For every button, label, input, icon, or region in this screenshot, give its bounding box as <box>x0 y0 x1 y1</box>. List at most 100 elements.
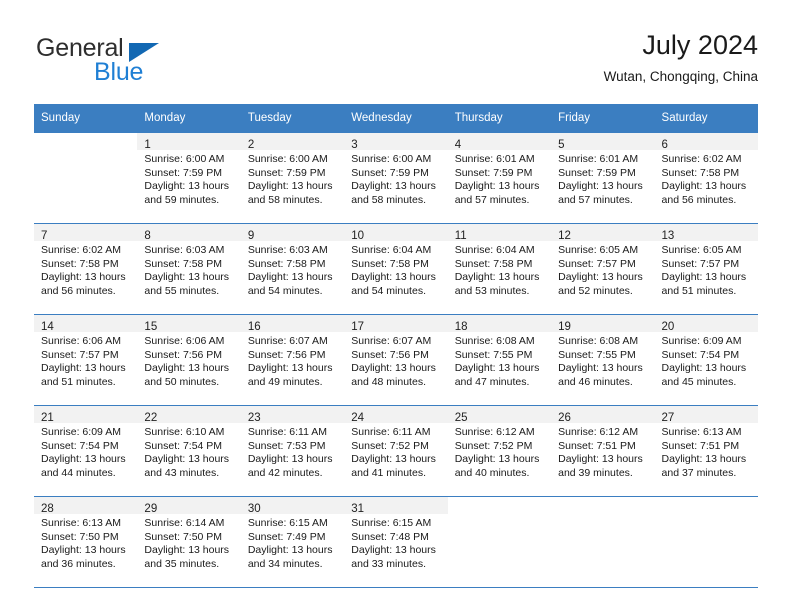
day-number: 20 <box>661 321 675 333</box>
sunrise-text: Sunrise: 6:04 AM <box>454 244 535 256</box>
day-number-band: 16 <box>240 315 345 333</box>
calendar-week-row: 14 Sunrise: 6:06 AM Sunset: 7:57 PM Dayligh… <box>34 314 758 406</box>
calendar-day-cell[interactable]: 5 Sunrise: 6:01 AM Sunset: 7:59 PM Daylight… <box>551 132 655 224</box>
daylight-text-line2: and 52 minutes. <box>558 284 633 297</box>
sunrise-text: Sunrise: 6:11 AM <box>247 426 328 438</box>
calendar-day-cell[interactable]: 12 Sunrise: 6:05 AM Sunset: 7:57 PM Dayligh… <box>551 223 655 315</box>
general-blue-logo[interactable]: General Blue <box>34 34 264 90</box>
calendar-day-cell[interactable]: 10 Sunrise: 6:04 AM Sunset: 7:58 PM Dayligh… <box>344 223 448 315</box>
calendar-day-cell[interactable]: 18 Sunrise: 6:08 AM Sunset: 7:55 PM Dayligh… <box>447 314 552 406</box>
calendar-day-cell[interactable]: 6 Sunrise: 6:02 AM Sunset: 7:58 PM Daylight… <box>654 132 758 224</box>
daylight-text-line2: and 58 minutes. <box>247 193 323 206</box>
sunset-text: Sunset: 7:57 PM <box>661 257 740 270</box>
day-details: Sunrise: 6:05 AM Sunset: 7:57 PM Daylight:… <box>655 241 758 298</box>
day-details: Sunrise: 6:04 AM Sunset: 7:58 PM Daylight:… <box>344 241 447 298</box>
sunrise-text: Sunrise: 6:08 AM <box>454 335 535 347</box>
day-details: Sunrise: 6:01 AM Sunset: 7:59 PM Daylight:… <box>448 150 551 207</box>
day-number: 13 <box>661 230 675 242</box>
calendar-day-cell[interactable]: 14 Sunrise: 6:06 AM Sunset: 7:57 PM Dayligh… <box>34 314 138 406</box>
calendar-day-cell[interactable]: 8 Sunrise: 6:03 AM Sunset: 7:58 PM Daylight… <box>137 223 241 315</box>
daylight-text-line2: and 48 minutes. <box>351 375 426 388</box>
day-number-band <box>655 497 758 514</box>
sunset-text: Sunset: 7:58 PM <box>247 257 326 270</box>
day-details: Sunrise: 6:06 AM Sunset: 7:56 PM Daylight:… <box>137 332 240 389</box>
calendar-day-cell[interactable]: 20 Sunrise: 6:09 AM Sunset: 7:54 PM Dayligh… <box>654 314 758 406</box>
daylight-text-line1: Daylight: 13 hours <box>247 271 333 284</box>
calendar-day-cell[interactable]: 25 Sunrise: 6:12 AM Sunset: 7:52 PM Dayligh… <box>447 405 552 497</box>
calendar-day-cell[interactable]: 15 Sunrise: 6:06 AM Sunset: 7:56 PM Dayligh… <box>137 314 241 406</box>
day-cell-content: 24 Sunrise: 6:11 AM Sunset: 7:52 PM Dayligh… <box>344 406 448 496</box>
day-details: Sunrise: 6:10 AM Sunset: 7:54 PM Daylight:… <box>137 423 240 480</box>
sunset-text: Sunset: 7:56 PM <box>144 348 223 361</box>
calendar-day-cell[interactable]: 17 Sunrise: 6:07 AM Sunset: 7:56 PM Dayligh… <box>344 314 448 406</box>
daylight-text-line2: and 53 minutes. <box>454 284 530 297</box>
sunset-text: Sunset: 7:50 PM <box>41 530 119 543</box>
calendar-day-cell[interactable]: 2 Sunrise: 6:00 AM Sunset: 7:59 PM Daylight… <box>240 132 345 224</box>
sunrise-text: Sunrise: 6:05 AM <box>558 244 639 256</box>
calendar-day-cell[interactable]: 31 Sunrise: 6:15 AM Sunset: 7:48 PM Dayligh… <box>344 496 448 588</box>
calendar-day-cell[interactable]: 7 Sunrise: 6:02 AM Sunset: 7:58 PM Daylight… <box>34 223 138 315</box>
calendar-day-cell[interactable]: 28 Sunrise: 6:13 AM Sunset: 7:50 PM Dayligh… <box>34 496 138 588</box>
calendar-day-cell[interactable]: 13 Sunrise: 6:05 AM Sunset: 7:57 PM Dayligh… <box>654 223 758 315</box>
daylight-text-line1: Daylight: 13 hours <box>41 453 126 466</box>
calendar-day-cell[interactable]: 27 Sunrise: 6:13 AM Sunset: 7:51 PM Dayligh… <box>654 405 758 497</box>
calendar-day-cell[interactable]: 26 Sunrise: 6:12 AM Sunset: 7:51 PM Dayligh… <box>551 405 655 497</box>
day-number-band: 5 <box>551 133 655 151</box>
calendar-day-cell[interactable]: 3 Sunrise: 6:00 AM Sunset: 7:59 PM Daylight… <box>344 132 448 224</box>
sunset-text: Sunset: 7:52 PM <box>454 439 533 452</box>
calendar-day-cell[interactable]: 16 Sunrise: 6:07 AM Sunset: 7:56 PM Dayligh… <box>240 314 345 406</box>
daylight-text-line2: and 46 minutes. <box>558 375 633 388</box>
sunrise-text: Sunrise: 6:01 AM <box>454 153 535 165</box>
calendar-day-cell[interactable]: 30 Sunrise: 6:15 AM Sunset: 7:49 PM Dayligh… <box>240 496 345 588</box>
calendar-day-cell[interactable]: 22 Sunrise: 6:10 AM Sunset: 7:54 PM Dayligh… <box>137 405 241 497</box>
sunset-text: Sunset: 7:53 PM <box>247 439 326 452</box>
day-details: Sunrise: 6:12 AM Sunset: 7:51 PM Daylight:… <box>551 423 654 480</box>
day-cell-content: 15 Sunrise: 6:06 AM Sunset: 7:56 PM Dayligh… <box>137 315 241 405</box>
sunrise-text: Sunrise: 6:04 AM <box>351 244 432 256</box>
day-cell-content: 2 Sunrise: 6:00 AM Sunset: 7:59 PM Daylight… <box>240 133 345 223</box>
day-details: Sunrise: 6:02 AM Sunset: 7:58 PM Daylight:… <box>655 150 758 207</box>
daylight-text-line1: Daylight: 13 hours <box>558 271 643 284</box>
sunrise-text: Sunrise: 6:00 AM <box>351 153 432 165</box>
sunrise-text: Sunrise: 6:14 AM <box>144 517 225 529</box>
calendar-day-cell[interactable]: 1 Sunrise: 6:00 AM Sunset: 7:59 PM Daylight… <box>137 132 241 224</box>
calendar-day-cell[interactable]: 21 Sunrise: 6:09 AM Sunset: 7:54 PM Dayligh… <box>34 405 138 497</box>
daylight-text-line1: Daylight: 13 hours <box>351 544 436 557</box>
day-number-band: 22 <box>137 406 241 424</box>
daylight-text-line2: and 45 minutes. <box>661 375 737 388</box>
day-cell-content: 19 Sunrise: 6:08 AM Sunset: 7:55 PM Dayligh… <box>551 315 655 405</box>
day-number-band: 17 <box>344 315 448 333</box>
day-number: 4 <box>454 139 462 151</box>
day-details: Sunrise: 6:15 AM Sunset: 7:49 PM Daylight:… <box>241 514 344 571</box>
calendar-day-cell[interactable]: 24 Sunrise: 6:11 AM Sunset: 7:52 PM Dayligh… <box>344 405 448 497</box>
calendar-day-cell[interactable]: 29 Sunrise: 6:14 AM Sunset: 7:50 PM Dayligh… <box>137 496 241 588</box>
daylight-text-line2: and 56 minutes. <box>661 193 737 206</box>
daylight-text-line1: Daylight: 13 hours <box>454 271 540 284</box>
daylight-text-line1: Daylight: 13 hours <box>661 271 747 284</box>
day-cell-content: 16 Sunrise: 6:07 AM Sunset: 7:56 PM Dayligh… <box>240 315 345 405</box>
day-cell-content: 10 Sunrise: 6:04 AM Sunset: 7:58 PM Dayligh… <box>344 224 448 314</box>
daylight-text-line2: and 57 minutes. <box>454 193 530 206</box>
daylight-text-line1: Daylight: 13 hours <box>41 271 126 284</box>
daylight-text-line1: Daylight: 13 hours <box>144 362 230 375</box>
calendar-day-cell[interactable]: 23 Sunrise: 6:11 AM Sunset: 7:53 PM Dayligh… <box>240 405 345 497</box>
daylight-text-line1: Daylight: 13 hours <box>558 180 643 193</box>
day-number: 30 <box>247 503 261 515</box>
calendar-header-row-group: Sunday Monday Tuesday Wednesday Thursday… <box>34 104 758 133</box>
sunrise-text: Sunrise: 6:15 AM <box>247 517 328 529</box>
daylight-text-line2: and 49 minutes. <box>247 375 323 388</box>
day-number: 9 <box>247 230 255 242</box>
sunrise-text: Sunrise: 6:12 AM <box>454 426 535 438</box>
calendar-day-cell[interactable]: 19 Sunrise: 6:08 AM Sunset: 7:55 PM Dayligh… <box>551 314 655 406</box>
calendar-day-cell <box>551 496 655 588</box>
day-cell-content: 30 Sunrise: 6:15 AM Sunset: 7:49 PM Dayligh… <box>240 497 345 587</box>
calendar-day-cell[interactable]: 4 Sunrise: 6:01 AM Sunset: 7:59 PM Daylight… <box>447 132 552 224</box>
sunrise-text: Sunrise: 6:01 AM <box>558 153 639 165</box>
day-number-band: 14 <box>34 315 138 333</box>
calendar-day-cell[interactable]: 9 Sunrise: 6:03 AM Sunset: 7:58 PM Daylight… <box>240 223 345 315</box>
calendar-day-cell[interactable]: 11 Sunrise: 6:04 AM Sunset: 7:58 PM Dayligh… <box>447 223 552 315</box>
day-cell-content: 17 Sunrise: 6:07 AM Sunset: 7:56 PM Dayligh… <box>344 315 448 405</box>
daylight-text-line1: Daylight: 13 hours <box>144 271 230 284</box>
sunset-text: Sunset: 7:56 PM <box>351 348 429 361</box>
daylight-text-line2: and 41 minutes. <box>351 466 426 479</box>
